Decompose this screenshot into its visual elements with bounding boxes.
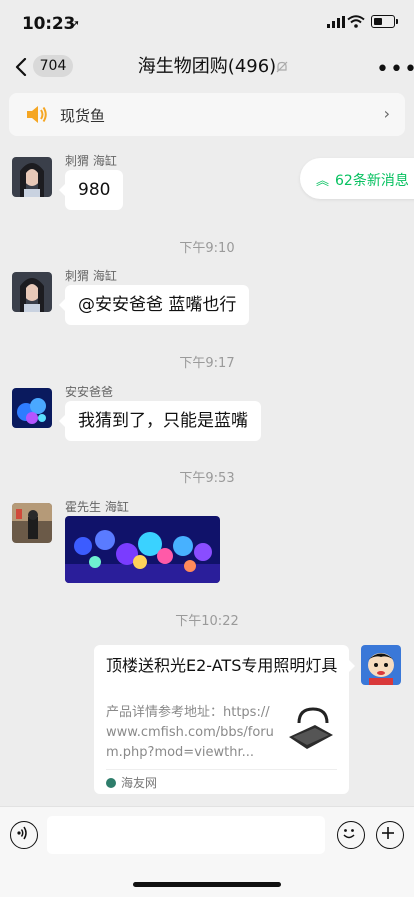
double-chevron-up-icon: ︽ xyxy=(316,174,330,189)
wifi-icon xyxy=(347,15,365,28)
my-avatar[interactable] xyxy=(361,645,401,685)
avatar[interactable] xyxy=(12,272,52,312)
message-input[interactable] xyxy=(47,816,325,854)
card-thumbnail xyxy=(285,703,335,753)
message-bubble[interactable]: @安安爸爸 蓝嘴也行 xyxy=(58,285,250,325)
chat-title: 海生物团购(496) xyxy=(137,56,277,77)
chevron-right-icon: › xyxy=(383,104,390,123)
card-source-label: 海友网 xyxy=(121,776,158,790)
card-source: 海友网 xyxy=(106,774,157,791)
bell-off-icon xyxy=(276,61,288,73)
new-messages-pill[interactable]: ︽ 62条新消息 xyxy=(300,158,414,199)
timestamp: 下午9:17 xyxy=(179,356,235,371)
avatar[interactable] xyxy=(12,388,52,428)
sender-name: 霍先生 海缸 xyxy=(65,500,129,514)
avatar[interactable] xyxy=(12,503,52,543)
status-bar: 10:23 ➚ xyxy=(0,0,414,46)
source-logo-icon xyxy=(106,778,116,788)
timestamp: 下午10:22 xyxy=(175,614,239,629)
timestamp: 下午9:53 xyxy=(179,471,235,486)
sender-name: 刺猬 海缸 xyxy=(65,154,117,168)
new-messages-label: 62条新消息 xyxy=(335,173,409,189)
group-notice-bar[interactable]: 现货鱼 › xyxy=(9,93,405,136)
more-dots-icon[interactable]: ••• xyxy=(376,57,414,82)
voice-icon[interactable] xyxy=(10,821,38,849)
sender-name: 刺猬 海缸 xyxy=(65,269,117,283)
message-bubble[interactable]: 我猜到了，只能是蓝嘴 xyxy=(59,401,261,441)
emoji-icon[interactable] xyxy=(337,821,365,849)
home-indicator xyxy=(133,882,281,887)
card-title: 顶楼送积光E2-ATS专用照明灯具 xyxy=(106,656,338,675)
signal-icon xyxy=(327,16,345,28)
battery-icon xyxy=(371,15,398,28)
notice-text: 现货鱼 xyxy=(60,107,106,125)
message-image[interactable] xyxy=(65,516,220,583)
avatar[interactable] xyxy=(12,157,52,197)
status-time: 10:23 xyxy=(22,14,76,34)
timestamp: 下午9:10 xyxy=(179,241,235,256)
link-card[interactable]: 顶楼送积光E2-ATS专用照明灯具 产品详情参考地址：https://www.c… xyxy=(94,645,355,794)
speaker-icon xyxy=(27,106,47,123)
location-icon: ➚ xyxy=(70,17,81,31)
card-divider xyxy=(106,769,337,770)
message-bubble[interactable]: 980 xyxy=(58,170,124,210)
card-description: 产品详情参考地址：https://www.cmfish.com/bbs/foru… xyxy=(106,705,274,760)
plus-icon[interactable] xyxy=(376,821,404,849)
sender-name: 安安爸爸 xyxy=(65,385,114,399)
